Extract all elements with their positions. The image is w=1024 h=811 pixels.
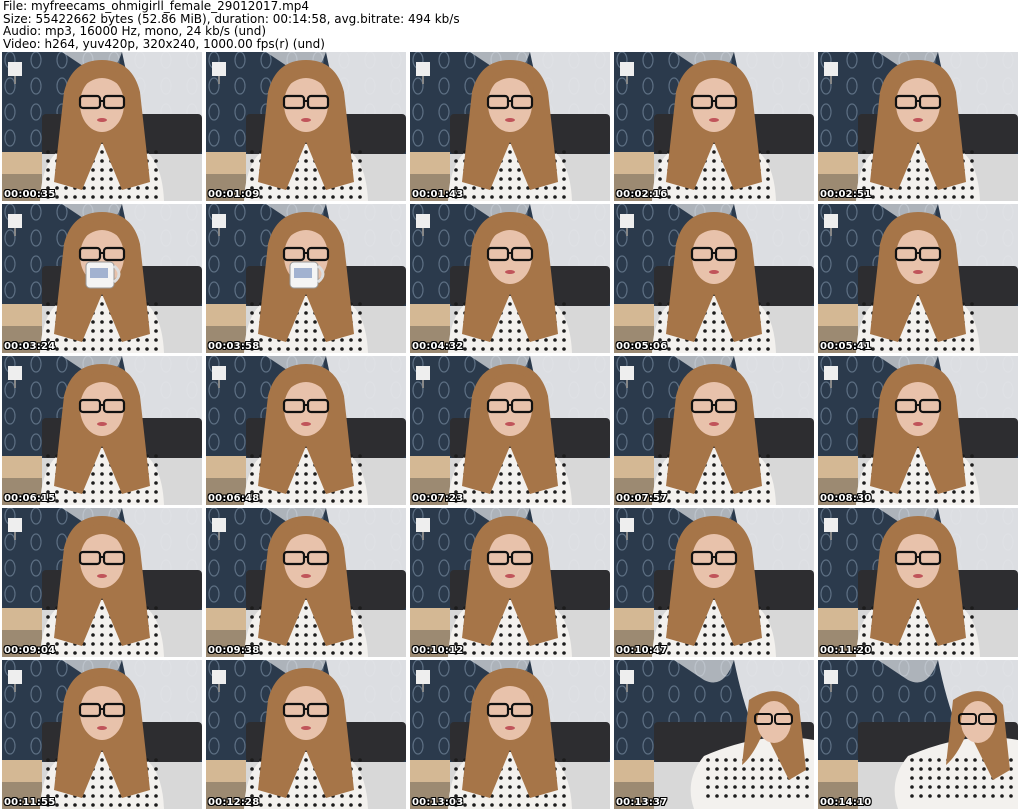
- video-thumbnail: 00:06:15: [2, 356, 202, 505]
- video-thumbnail: 00:11:20: [818, 508, 1018, 657]
- video-thumbnail: 00:01:43: [410, 52, 610, 201]
- thumbnail-frame-image: [818, 52, 1018, 201]
- thumbnail-timestamp: 00:07:57: [616, 493, 668, 504]
- video-info-line: Video: h264, yuv420p, 320x240, 1000.00 f…: [3, 36, 325, 51]
- video-thumbnail: 00:07:23: [410, 356, 610, 505]
- video-thumbnail: 00:08:30: [818, 356, 1018, 505]
- video-thumbnail: 00:04:32: [410, 204, 610, 353]
- thumbnail-frame-image: [410, 660, 610, 809]
- thumbnail-timestamp: 00:03:58: [208, 341, 260, 352]
- video-thumbnail: 00:05:06: [614, 204, 814, 353]
- video-thumbnail: 00:12:28: [206, 660, 406, 809]
- video-thumbnail: 00:02:16: [614, 52, 814, 201]
- thumbnail-timestamp: 00:02:51: [820, 189, 872, 200]
- video-thumbnail: 00:10:12: [410, 508, 610, 657]
- thumbnail-timestamp: 00:10:12: [412, 645, 464, 656]
- thumbnail-timestamp: 00:11:20: [820, 645, 872, 656]
- thumbnail-timestamp: 00:01:43: [412, 189, 464, 200]
- thumbnail-frame-image: [818, 204, 1018, 353]
- thumbnail-frame-image: [818, 508, 1018, 657]
- thumbnail-timestamp: 00:05:41: [820, 341, 872, 352]
- thumbnail-timestamp: 00:02:16: [616, 189, 668, 200]
- thumbnail-frame-image: [614, 204, 814, 353]
- video-thumbnail: 00:10:47: [614, 508, 814, 657]
- thumbnail-frame-image: [2, 356, 202, 505]
- thumbnail-timestamp: 00:09:04: [4, 645, 56, 656]
- thumbnail-timestamp: 00:10:47: [616, 645, 668, 656]
- thumbnail-grid: 00:00:35 00:01:09 00:01:43 00:02:16 00:02:51…: [2, 52, 1022, 809]
- file-info-header: File: myfreecams_ohmigirll_female_290120…: [3, 0, 1021, 50]
- video-thumbnail: 00:07:57: [614, 356, 814, 505]
- audio-info-line: Audio: mp3, 16000 Hz, mono, 24 kb/s (und…: [3, 24, 267, 38]
- thumbnail-frame-image: [2, 508, 202, 657]
- video-thumbnail: 00:05:41: [818, 204, 1018, 353]
- thumbnail-timestamp: 00:12:28: [208, 797, 260, 808]
- thumbnail-frame-image: [206, 356, 406, 505]
- thumbnail-frame-image: [614, 356, 814, 505]
- thumbnail-timestamp: 00:09:38: [208, 645, 260, 656]
- thumbnail-timestamp: 00:07:23: [412, 493, 464, 504]
- thumbnail-frame-image: [410, 508, 610, 657]
- thumbnail-timestamp: 00:00:35: [4, 189, 56, 200]
- video-thumbnail: 00:09:38: [206, 508, 406, 657]
- thumbnail-timestamp: 00:04:32: [412, 341, 464, 352]
- thumbnail-frame-image: [614, 52, 814, 201]
- video-thumbnail: 00:03:58: [206, 204, 406, 353]
- thumbnail-timestamp: 00:06:48: [208, 493, 260, 504]
- thumbnail-frame-image: [614, 660, 814, 809]
- thumbnail-frame-image: [818, 356, 1018, 505]
- file-name-line: File: myfreecams_ohmigirll_female_290120…: [3, 0, 310, 13]
- thumbnail-frame-image: [206, 508, 406, 657]
- video-thumbnail: 00:01:09: [206, 52, 406, 201]
- thumbnail-timestamp: 00:03:24: [4, 341, 56, 352]
- thumbnail-frame-image: [410, 52, 610, 201]
- video-thumbnail: 00:14:10: [818, 660, 1018, 809]
- thumbnail-timestamp: 00:06:15: [4, 493, 56, 504]
- thumbnail-frame-image: [2, 52, 202, 201]
- video-thumbnail: 00:02:51: [818, 52, 1018, 201]
- video-thumbnail: 00:06:48: [206, 356, 406, 505]
- thumbnail-timestamp: 00:05:06: [616, 341, 668, 352]
- thumbnail-frame-image: [818, 660, 1018, 809]
- thumbnail-timestamp: 00:01:09: [208, 189, 260, 200]
- thumbnail-timestamp: 00:14:10: [820, 797, 872, 808]
- thumbnail-timestamp: 00:13:03: [412, 797, 464, 808]
- video-thumbnail: 00:00:35: [2, 52, 202, 201]
- video-thumbnail: 00:03:24: [2, 204, 202, 353]
- thumbnail-frame-image: [2, 660, 202, 809]
- thumbnail-timestamp: 00:08:30: [820, 493, 872, 504]
- thumbnail-timestamp: 00:13:37: [616, 797, 668, 808]
- thumbnail-frame-image: [410, 204, 610, 353]
- thumbnail-frame-image: [206, 660, 406, 809]
- thumbnail-frame-image: [614, 508, 814, 657]
- video-thumbnail: 00:09:04: [2, 508, 202, 657]
- video-thumbnail: 00:13:37: [614, 660, 814, 809]
- thumbnail-frame-image: [206, 52, 406, 201]
- video-thumbnail: 00:11:55: [2, 660, 202, 809]
- thumbnail-frame-image: [206, 204, 406, 353]
- thumbnail-frame-image: [2, 204, 202, 353]
- video-thumbnail: 00:13:03: [410, 660, 610, 809]
- thumbnail-frame-image: [410, 356, 610, 505]
- thumbnail-timestamp: 00:11:55: [4, 797, 56, 808]
